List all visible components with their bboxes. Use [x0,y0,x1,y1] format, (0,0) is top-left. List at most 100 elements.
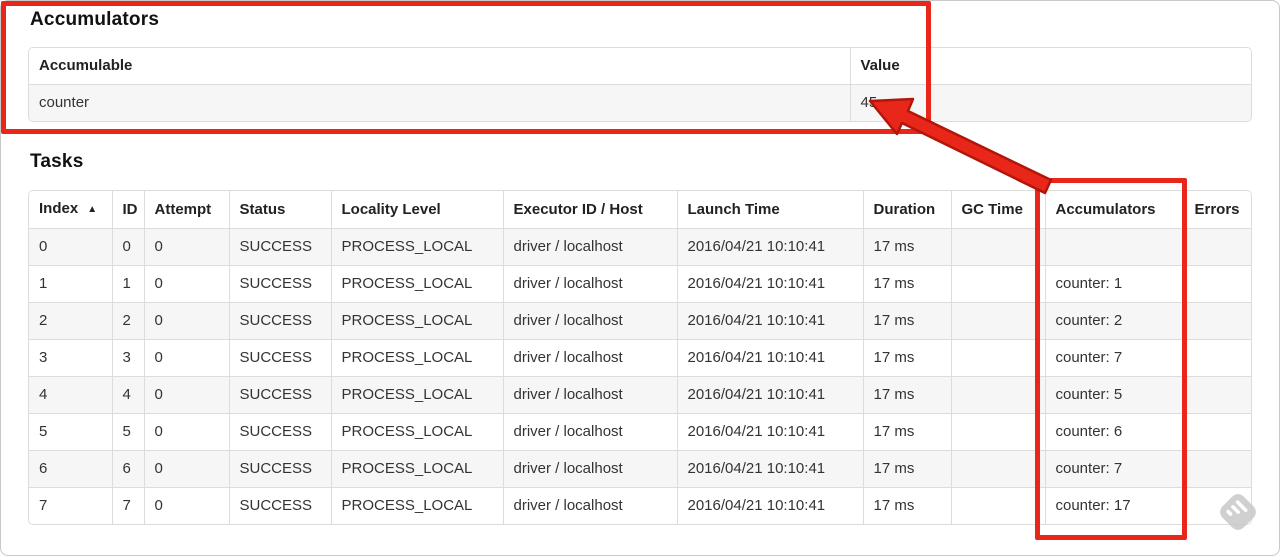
task-cell-locality_level: PROCESS_LOCAL [330,487,503,524]
task-cell-launch_time: 2016/04/21 10:10:41 [676,376,863,414]
tasks-column-header-id[interactable]: ID [111,191,144,229]
column-label: Errors [1194,200,1240,218]
column-label: ID [122,200,138,218]
task-cell-duration: 17 ms [862,487,951,524]
task-cell-status: SUCCESS [228,265,331,303]
accumulators-table: Accumulable Value counter 45 [28,47,1252,122]
task-cell-gc_time [950,487,1045,524]
task-cell-executor_id_host: driver / localhost [502,487,677,524]
task-cell-accumulators: counter: 7 [1044,339,1184,377]
task-cell-attempt: 0 [143,450,229,488]
task-cell-errors [1183,413,1251,451]
task-cell-launch_time: 2016/04/21 10:10:41 [676,450,863,488]
task-cell-errors [1183,228,1251,266]
accumulators-section-title: Accumulators [30,9,160,30]
task-cell-status: SUCCESS [228,450,331,488]
task-cell-executor_id_host: driver / localhost [502,265,677,303]
task-cell-attempt: 0 [143,413,229,451]
task-cell-launch_time: 2016/04/21 10:10:41 [676,265,863,303]
task-cell-gc_time [950,450,1045,488]
task-cell-status: SUCCESS [228,302,331,340]
task-cell-accumulators [1044,228,1184,266]
task-row: 2 2 0 SUCCESS PROCESS_LOCAL driver / localhos… [29,302,1251,340]
task-cell-accumulators: counter: 6 [1044,413,1184,451]
column-label: Status [239,200,286,218]
task-cell-executor_id_host: driver / localhost [502,302,677,340]
tasks-column-header-index[interactable]: Index ▲ [29,191,112,229]
task-cell-locality_level: PROCESS_LOCAL [330,339,503,377]
task-cell-id: 0 [111,228,144,266]
task-cell-index: 5 [29,413,112,451]
task-cell-status: SUCCESS [228,413,331,451]
task-cell-launch_time: 2016/04/21 10:10:41 [676,228,863,266]
task-row: 3 3 0 SUCCESS PROCESS_LOCAL driver / localhos… [29,339,1251,377]
tasks-column-header-accumulators[interactable]: Accumulators [1044,191,1184,229]
task-cell-launch_time: 2016/04/21 10:10:41 [676,487,863,524]
task-cell-id: 3 [111,339,144,377]
tasks-column-header-gc_time[interactable]: GC Time [950,191,1045,229]
task-cell-errors [1183,339,1251,377]
task-cell-duration: 17 ms [862,228,951,266]
task-row: 5 5 0 SUCCESS PROCESS_LOCAL driver / localhos… [29,413,1251,451]
task-cell-duration: 17 ms [862,450,951,488]
tasks-header-row: Index ▲ ID Attempt Status Locality Level Execu… [29,191,1251,229]
task-cell-id: 1 [111,265,144,303]
task-cell-gc_time [950,376,1045,414]
value-column-header: Value [849,48,1251,85]
task-cell-index: 2 [29,302,112,340]
task-row: 6 6 0 SUCCESS PROCESS_LOCAL driver / localhos… [29,450,1251,488]
task-cell-gc_time [950,413,1045,451]
task-cell-attempt: 0 [143,376,229,414]
task-cell-errors [1183,450,1251,488]
task-cell-locality_level: PROCESS_LOCAL [330,265,503,303]
task-cell-executor_id_host: driver / localhost [502,339,677,377]
tasks-section-title: Tasks [30,151,84,172]
task-cell-index: 7 [29,487,112,524]
task-cell-attempt: 0 [143,228,229,266]
task-row: 4 4 0 SUCCESS PROCESS_LOCAL driver / localhos… [29,376,1251,414]
accumulable-value-cell: 45 [849,84,1251,121]
task-cell-duration: 17 ms [862,413,951,451]
task-cell-index: 6 [29,450,112,488]
tasks-column-header-executor_id_host[interactable]: Executor ID / Host [502,191,677,229]
task-cell-id: 6 [111,450,144,488]
column-label: Launch Time [687,200,780,218]
task-cell-accumulators: counter: 5 [1044,376,1184,414]
task-cell-locality_level: PROCESS_LOCAL [330,413,503,451]
accumulable-column-header: Accumulable [29,48,850,85]
task-cell-locality_level: PROCESS_LOCAL [330,450,503,488]
task-cell-duration: 17 ms [862,302,951,340]
task-cell-launch_time: 2016/04/21 10:10:41 [676,302,863,340]
task-cell-status: SUCCESS [228,339,331,377]
task-cell-status: SUCCESS [228,376,331,414]
task-row: 0 0 0 SUCCESS PROCESS_LOCAL driver / localhos… [29,228,1251,266]
task-cell-executor_id_host: driver / localhost [502,413,677,451]
task-cell-gc_time [950,265,1045,303]
tasks-column-header-errors[interactable]: Errors [1183,191,1251,229]
tasks-column-header-launch_time[interactable]: Launch Time [676,191,863,229]
task-cell-status: SUCCESS [228,228,331,266]
task-cell-accumulators: counter: 2 [1044,302,1184,340]
task-row: 1 1 0 SUCCESS PROCESS_LOCAL driver / localhos… [29,265,1251,303]
tasks-column-header-attempt[interactable]: Attempt [143,191,229,229]
task-cell-attempt: 0 [143,302,229,340]
tasks-column-header-duration[interactable]: Duration [862,191,951,229]
task-cell-errors [1183,376,1251,414]
accumulators-header-row: Accumulable Value [29,48,1251,85]
task-cell-gc_time [950,302,1045,340]
task-cell-id: 7 [111,487,144,524]
accumulator-row: counter 45 [29,84,1251,121]
accumulable-name-cell: counter [29,84,850,121]
task-cell-id: 2 [111,302,144,340]
task-cell-id: 4 [111,376,144,414]
tasks-table-body: 0 0 0 SUCCESS PROCESS_LOCAL driver / localhos… [29,228,1251,524]
tasks-column-header-locality_level[interactable]: Locality Level [330,191,503,229]
sort-asc-icon: ▲ [87,204,98,215]
column-label: GC Time [961,200,1023,218]
column-label: Executor ID / Host [513,200,643,218]
task-cell-executor_id_host: driver / localhost [502,450,677,488]
task-cell-attempt: 0 [143,339,229,377]
task-cell-locality_level: PROCESS_LOCAL [330,228,503,266]
tasks-column-header-status[interactable]: Status [228,191,331,229]
task-cell-locality_level: PROCESS_LOCAL [330,376,503,414]
